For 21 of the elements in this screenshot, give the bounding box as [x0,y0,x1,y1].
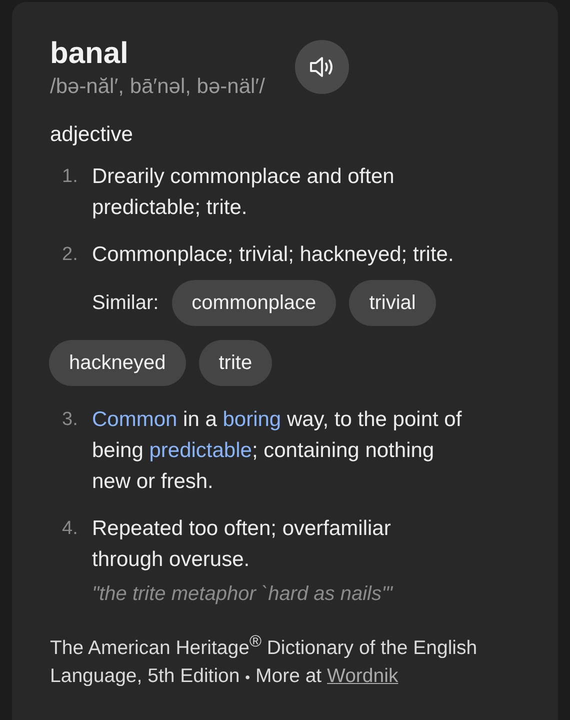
pronunciation: /bə-năl′, bā′nəl, bə-näl′/ [50,74,265,100]
definition-text: Drearily commonplace and often predictable; trite. [92,164,396,221]
definition-number: 1. [61,165,79,189]
definition-text: Common in a boring way, to the point of being predictable; containing nothing new or fresh. [92,407,463,495]
wordnik-link[interactable]: Wordnik [327,664,398,686]
word-link[interactable]: predictable [149,439,252,462]
definition-number: 3. [61,408,79,432]
word-link[interactable]: Common [92,408,178,431]
synonym-chip[interactable]: commonplace [172,280,336,326]
synonym-chip[interactable]: hackneyed [49,340,186,386]
part-of-speech: adjective [50,123,134,147]
similar-label: Similar: [92,292,159,314]
usage-example: "the trite metaphor `hard as nails'" [92,582,394,607]
headword: banal [50,36,130,72]
source-attribution: The American Heritage$^{®}$ Dictionary of the English Language, 5th Edition • More at Wordnik [50,631,478,688]
definition-text: Commonplace; trivial; hackneyed; trite. [92,242,455,268]
definition-text: Repeated too often; overfamiliar through overuse. [92,516,392,573]
definition-number: 4. [61,517,79,541]
word-link[interactable]: boring [222,408,282,431]
synonym-chip[interactable]: trite [198,340,272,386]
synonym-chip[interactable]: trivial [349,280,436,326]
